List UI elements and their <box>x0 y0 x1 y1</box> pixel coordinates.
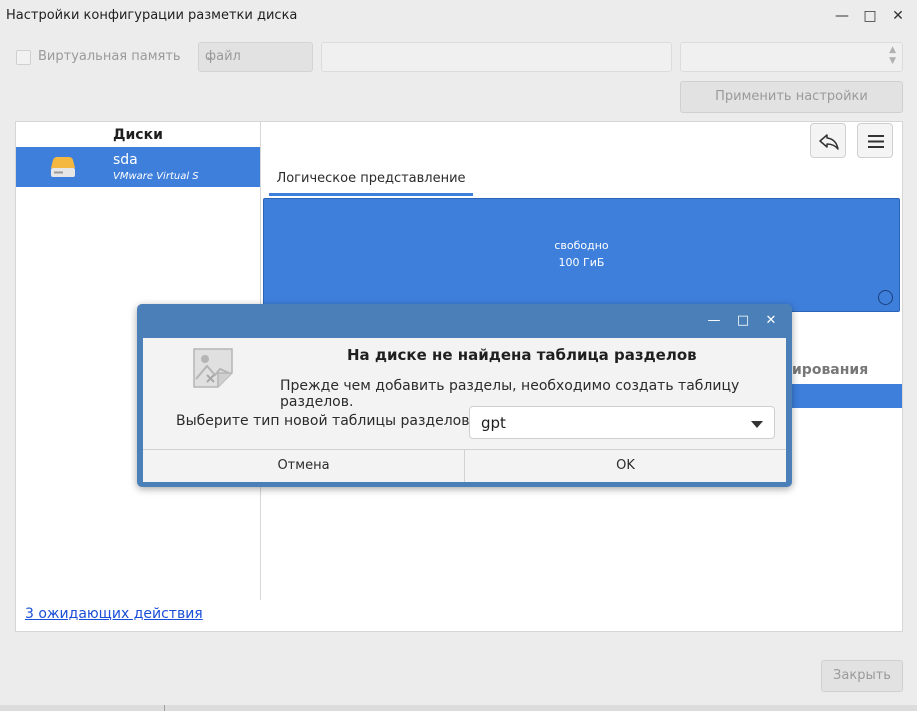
window-title: Настройки конфигурации разметки диска <box>6 8 298 23</box>
partition-table-type-value: gpt <box>481 414 506 432</box>
bottom-divider <box>164 705 165 711</box>
swap-path-field[interactable] <box>321 42 672 72</box>
swap-type-select[interactable]: файл ⌄ <box>198 42 313 72</box>
apply-swap-button[interactable]: Применить настройки подкачки <box>680 81 903 134</box>
partition-table-type-select[interactable]: gpt <box>469 406 775 439</box>
resize-handle-icon[interactable] <box>878 290 893 305</box>
maximize-icon[interactable]: □ <box>860 6 880 26</box>
dropdown-arrow-icon <box>751 421 763 428</box>
chevron-down-icon: ⌄ <box>205 49 216 63</box>
selected-row-partial <box>782 384 902 408</box>
close-button[interactable]: Закрыть <box>821 660 903 692</box>
no-partition-table-dialog: — □ ✕ На диске не найдена таблица раздел… <box>137 304 792 487</box>
free-space-label: свободно <box>554 239 609 252</box>
window-titlebar: Настройки конфигурации разметки диска — … <box>0 0 917 32</box>
swap-size-spinbox[interactable]: ▲ ▼ <box>680 42 903 72</box>
free-space-size: 100 ГиБ <box>558 256 605 269</box>
tab-logical-view[interactable]: Логическое представление <box>269 169 473 196</box>
virtual-memory-label: Виртуальная память <box>38 49 181 64</box>
disk-list-item[interactable]: sda VMware Virtual S <box>16 147 260 187</box>
ok-button[interactable]: OK <box>465 450 786 482</box>
dialog-minimize-icon[interactable]: — <box>705 312 723 330</box>
hamburger-menu-icon <box>868 135 884 148</box>
dialog-title: На диске не найдена таблица разделов <box>347 346 697 364</box>
minimize-icon[interactable]: — <box>832 6 852 26</box>
menu-button[interactable] <box>857 123 893 158</box>
missing-image-icon <box>193 348 233 388</box>
spin-arrows-icon: ▲ ▼ <box>889 45 896 66</box>
virtual-memory-checkbox[interactable] <box>16 50 31 65</box>
dialog-close-icon[interactable]: ✕ <box>762 312 780 330</box>
pending-actions-link[interactable]: 3 ожидающих действия <box>25 606 203 622</box>
partition-table-type-label: Выберите тип новой таблицы разделов: <box>176 413 475 429</box>
column-header-partial: ирования <box>792 362 869 378</box>
hard-drive-icon <box>51 157 75 177</box>
dialog-maximize-icon[interactable]: □ <box>734 312 752 330</box>
dialog-button-row: Отмена OK <box>143 449 786 482</box>
disks-header: Диски <box>113 127 163 143</box>
bottom-edge <box>0 705 917 711</box>
dialog-body: На диске не найдена таблица разделов Пре… <box>143 338 786 482</box>
disk-name: sda <box>113 152 138 168</box>
undo-icon <box>819 134 839 150</box>
close-icon[interactable]: ✕ <box>888 6 908 26</box>
disk-model: VMware Virtual S <box>113 171 199 182</box>
undo-button[interactable] <box>810 123 846 158</box>
free-space-block[interactable]: свободно 100 ГиБ <box>263 198 900 312</box>
cancel-button[interactable]: Отмена <box>143 450 465 482</box>
